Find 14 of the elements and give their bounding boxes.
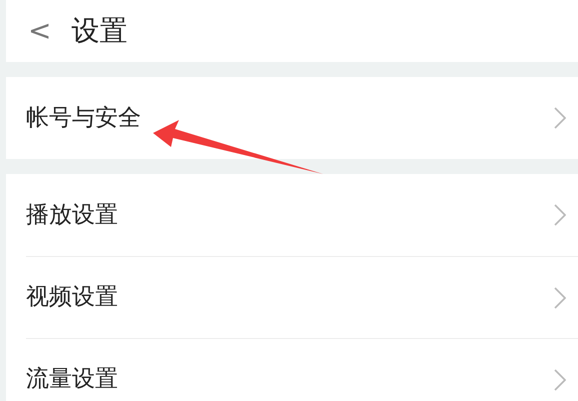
chevron-right-icon	[554, 368, 566, 390]
item-label: 流量设置	[26, 365, 118, 394]
chevron-right-icon	[554, 107, 566, 129]
chevron-right-icon	[554, 204, 566, 226]
settings-item[interactable]: 流量设置	[26, 338, 578, 401]
chevron-right-icon	[554, 286, 566, 308]
back-button[interactable]: <	[28, 17, 52, 45]
page-title: 设置	[71, 13, 128, 49]
item-label: 帐号与安全	[26, 104, 141, 133]
item-label: 播放设置	[26, 200, 118, 230]
settings-item[interactable]: 播放设置	[6, 174, 578, 256]
settings-item[interactable]: 帐号与安全	[6, 77, 578, 159]
settings-item[interactable]: 视频设置	[26, 256, 578, 338]
item-label: 视频设置	[26, 283, 118, 312]
